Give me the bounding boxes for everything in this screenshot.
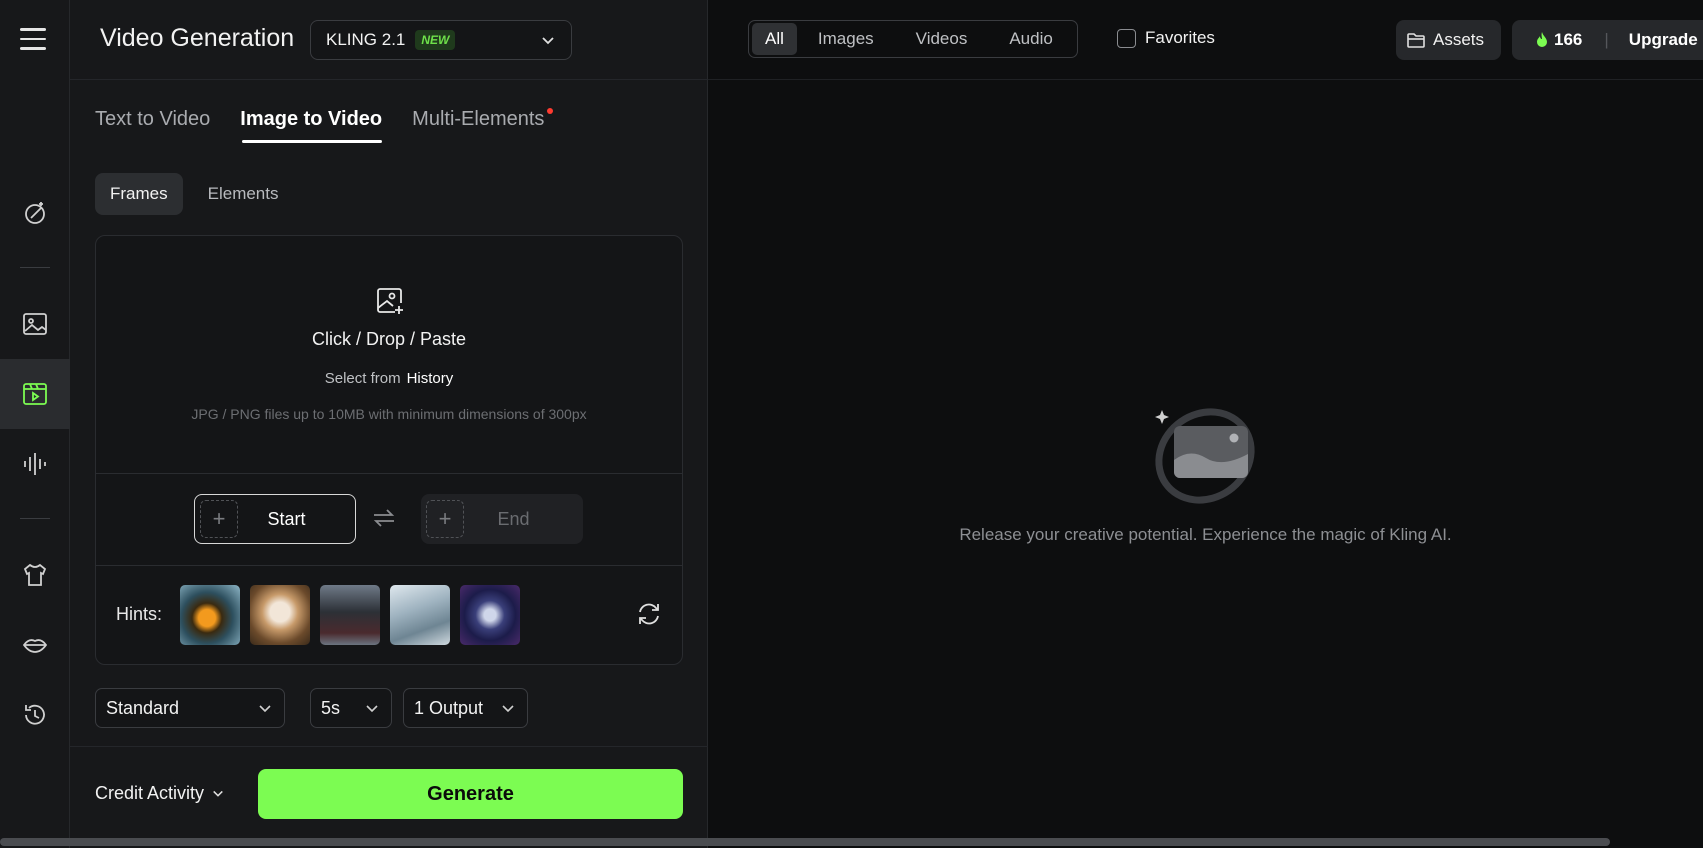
hint-thumb-astronaut-space[interactable]: [460, 585, 520, 645]
rail-item-tryon[interactable]: [0, 540, 70, 610]
folder-icon: [1407, 33, 1425, 48]
rail-item-image[interactable]: [0, 289, 70, 359]
chevron-down-icon: [502, 705, 514, 713]
mode-tabs: Text to Video Image to Video Multi-Eleme…: [95, 108, 574, 143]
subtab-elements[interactable]: Elements: [193, 173, 294, 215]
favorites-checkbox[interactable]: [1117, 28, 1136, 48]
filter-all[interactable]: All: [752, 23, 797, 55]
upload-title: Click / Drop / Paste: [311, 329, 467, 349]
chevron-down-icon: [366, 705, 378, 713]
lips-icon: [22, 639, 48, 653]
favorites-label: Favorites: [1145, 28, 1215, 47]
tab-image-to-video[interactable]: Image to Video: [240, 108, 382, 143]
notification-dot: [547, 108, 554, 114]
image-icon: [23, 313, 47, 335]
quality-value: Standard: [106, 697, 180, 718]
filter-videos[interactable]: Videos: [895, 23, 989, 55]
empty-state-message: Release your creative potential. Experie…: [959, 525, 1452, 544]
assets-button[interactable]: Assets: [1396, 20, 1501, 60]
hamburger-menu-icon[interactable]: [20, 28, 46, 50]
page-title: Video Generation: [100, 24, 295, 52]
plus-icon: +: [200, 500, 238, 538]
subtab-frames[interactable]: Frames: [95, 173, 183, 215]
rail-divider: [20, 518, 50, 519]
end-frame-button[interactable]: + End: [421, 494, 583, 544]
separator: |: [1604, 30, 1609, 49]
tab-multi-elements-label: Multi-Elements: [412, 108, 545, 130]
video-icon: [23, 383, 47, 405]
chevron-down-icon: [542, 37, 554, 45]
output-count-select[interactable]: 1 Output: [403, 688, 528, 728]
filter-audio[interactable]: Audio: [988, 23, 1073, 55]
hint-thumb-misty-mountain[interactable]: [390, 585, 450, 645]
generation-panel: Video Generation KLING 2.1 NEW Text to V…: [70, 0, 708, 848]
rail-item-audio[interactable]: [0, 429, 70, 499]
swap-icon[interactable]: [372, 508, 396, 528]
refresh-icon[interactable]: [636, 601, 662, 627]
select-from-history: Select from History: [96, 370, 682, 387]
tab-multi-elements[interactable]: Multi-Elements: [412, 108, 554, 143]
generate-button[interactable]: Generate: [258, 769, 683, 819]
panel-header: Video Generation KLING 2.1 NEW: [70, 0, 708, 80]
add-image-icon: [377, 288, 403, 314]
history-clock-icon: [25, 704, 45, 725]
assets-label: Assets: [1433, 30, 1485, 49]
duration-select[interactable]: 5s: [310, 688, 392, 728]
plus-icon: +: [426, 500, 464, 538]
duration-value: 5s: [321, 697, 341, 718]
quality-select[interactable]: Standard: [95, 688, 285, 728]
left-rail: [0, 0, 70, 848]
end-frame-label: End: [497, 508, 530, 529]
rail-item-history[interactable]: [0, 680, 70, 750]
credits-panel: 166 | Upgrade: [1512, 20, 1703, 60]
frame-selector: + Start + End: [96, 474, 682, 566]
select-prefix: Select from: [324, 370, 401, 387]
input-card: Click / Drop / Paste Select from History …: [95, 235, 683, 665]
hints-label: Hints:: [116, 604, 163, 624]
credit-activity-label: Credit Activity: [95, 783, 205, 803]
tab-text-to-video[interactable]: Text to Video: [95, 108, 210, 143]
rail-divider: [20, 267, 50, 268]
planet-image-illustration-icon: [1155, 408, 1255, 504]
sub-tabs: Frames Elements: [95, 173, 304, 215]
top-bar: All Images Videos Audio Favorites Assets…: [708, 0, 1703, 80]
hint-thumb-dark-towers[interactable]: [320, 585, 380, 645]
horizontal-scrollbar[interactable]: [0, 838, 1610, 846]
shirt-icon: [23, 563, 47, 586]
credits-count: 166: [1554, 30, 1583, 49]
start-frame-label: Start: [267, 508, 306, 529]
rail-item-lipsync[interactable]: [0, 610, 70, 680]
filter-images[interactable]: Images: [797, 23, 895, 55]
rail-item-explore[interactable]: [0, 178, 70, 248]
hints-row: Hints:: [96, 566, 682, 664]
credit-activity-dropdown[interactable]: Credit Activity: [95, 783, 224, 804]
audio-wave-icon: [24, 453, 46, 475]
start-frame-button[interactable]: + Start: [194, 494, 356, 544]
flame-icon: [1537, 32, 1547, 47]
favorites-toggle[interactable]: Favorites: [1117, 28, 1215, 48]
media-filter: All Images Videos Audio: [748, 20, 1078, 58]
new-badge: NEW: [415, 30, 456, 50]
chevron-down-icon: [259, 705, 271, 713]
magic-wand-icon: [25, 202, 45, 224]
output-count-value: 1 Output: [414, 697, 484, 718]
upload-dropzone[interactable]: Click / Drop / Paste Select from History …: [96, 236, 682, 474]
upload-note: JPG / PNG files up to 10MB with minimum …: [191, 406, 587, 422]
history-link[interactable]: History: [407, 370, 454, 387]
chevron-down-icon: [213, 790, 223, 797]
panel-footer: Credit Activity Generate: [70, 746, 708, 848]
hint-thumb-pumpkin-house[interactable]: [180, 585, 240, 645]
model-selector[interactable]: KLING 2.1 NEW: [310, 20, 572, 60]
model-name: KLING 2.1: [326, 30, 406, 49]
upgrade-button[interactable]: Upgrade: [1629, 30, 1698, 50]
rail-item-video[interactable]: [0, 359, 70, 429]
hint-thumb-puppy-with-flower[interactable]: [250, 585, 310, 645]
app-root: Video Generation KLING 2.1 NEW Text to V…: [0, 0, 1703, 848]
